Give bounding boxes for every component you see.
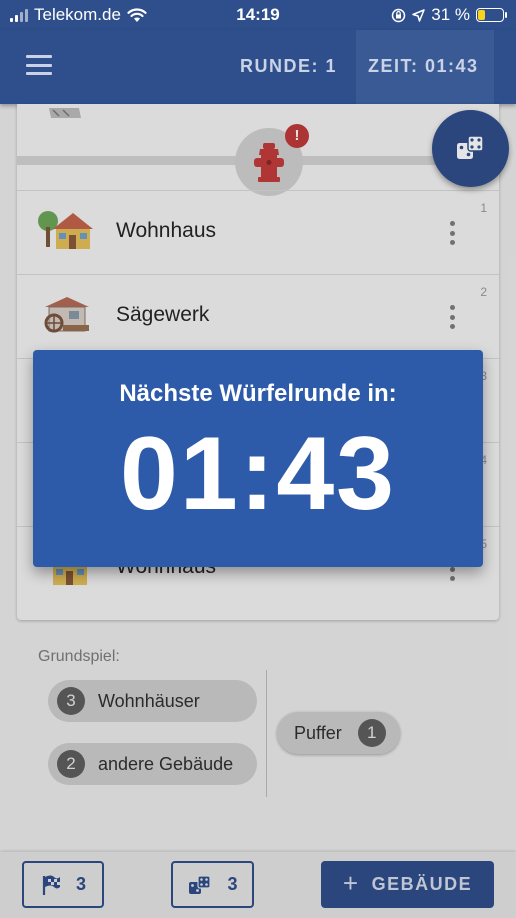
sawmill-icon bbox=[44, 297, 89, 333]
dice-button[interactable]: 3 bbox=[171, 861, 254, 908]
lock-rotation-icon bbox=[392, 8, 406, 22]
battery-percent: 31 % bbox=[431, 5, 470, 24]
status-right: 31 % bbox=[391, 5, 507, 25]
battery-icon bbox=[476, 8, 507, 22]
round-label: RUNDE: 1 bbox=[240, 56, 338, 76]
roll-dice-button[interactable] bbox=[432, 110, 509, 187]
countdown-title: Nächste Würfelrunde in: bbox=[119, 380, 397, 407]
list-item[interactable]: Sägewerk 2 bbox=[17, 274, 499, 358]
chip-text: Wohnhäuser bbox=[98, 690, 200, 711]
chip-count: 1 bbox=[357, 719, 386, 747]
chip-count: 2 bbox=[57, 750, 85, 778]
menu-icon[interactable] bbox=[26, 55, 52, 75]
chip-puffer[interactable]: Puffer 1 bbox=[277, 712, 400, 754]
app-bar: RUNDE: 1 ZEIT: 01:43 bbox=[0, 30, 516, 104]
countdown-dialog[interactable]: Nächste Würfelrunde in: 01:43 bbox=[33, 350, 483, 567]
chip-text: andere Gebäude bbox=[98, 753, 234, 774]
dice-count: 3 bbox=[227, 874, 238, 894]
row-number: 2 bbox=[480, 285, 487, 299]
checkered-flag-icon bbox=[42, 875, 60, 895]
grundspiel-divider bbox=[266, 670, 267, 797]
location-icon bbox=[412, 8, 425, 22]
chip-count: 3 bbox=[57, 687, 85, 715]
add-building-label: GEBÄUDE bbox=[371, 874, 473, 894]
row-number: 1 bbox=[480, 201, 487, 215]
house-icon bbox=[38, 211, 93, 249]
more-options-icon[interactable] bbox=[445, 305, 459, 329]
plus-icon: + bbox=[342, 868, 360, 898]
flag-button[interactable]: 3 bbox=[22, 861, 104, 908]
chip-wohnhaeuser[interactable]: 3 Wohnhäuser bbox=[48, 680, 257, 722]
countdown-time: 01:43 bbox=[120, 416, 396, 532]
more-options-icon[interactable] bbox=[445, 221, 459, 245]
dice-icon bbox=[189, 874, 212, 894]
chip-andere-gebaeude[interactable]: 2 andere Gebäude bbox=[48, 743, 257, 785]
add-building-button[interactable]: + GEBÄUDE bbox=[321, 861, 494, 908]
bottom-bar: 3 3 + GEBÄUDE bbox=[0, 852, 516, 918]
flag-count: 3 bbox=[75, 874, 86, 894]
time-label: ZEIT: 01:43 bbox=[368, 56, 479, 76]
dice-icon bbox=[457, 135, 484, 159]
row-label: Sägewerk bbox=[116, 303, 210, 326]
alert-badge: ! bbox=[285, 124, 309, 148]
battery-fill bbox=[478, 10, 486, 20]
chip-text: Puffer bbox=[294, 722, 342, 743]
row-label: Wohnhaus bbox=[116, 219, 217, 242]
time-display[interactable]: ZEIT: 01:43 bbox=[356, 30, 494, 104]
grundspiel-label: Grundspiel: bbox=[38, 648, 120, 665]
building-thumbnail-partial bbox=[49, 108, 81, 118]
status-bar: Telekom.de 14:19 31 % bbox=[0, 0, 516, 30]
list-item[interactable]: Wohnhaus 1 bbox=[17, 190, 499, 274]
